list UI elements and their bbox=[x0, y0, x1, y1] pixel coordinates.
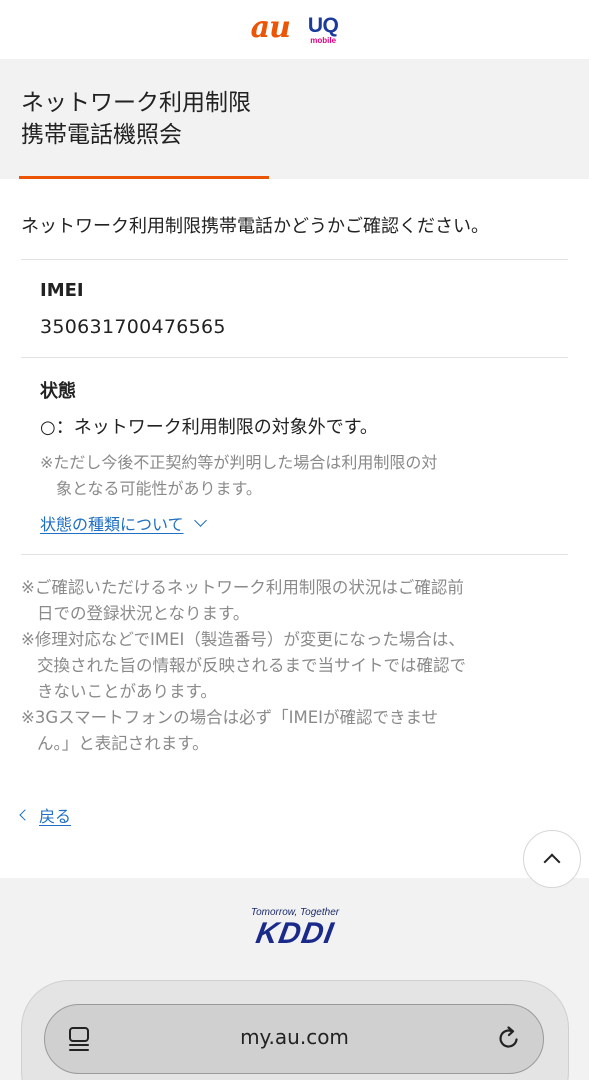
chevron-down-icon bbox=[193, 513, 207, 527]
status-label: 状態 bbox=[40, 381, 76, 402]
au-logo[interactable]: au bbox=[251, 12, 291, 43]
page-title-line1: ネットワーク利用制限 bbox=[21, 90, 251, 116]
status-note-line2: 象となる可能性があります。 bbox=[56, 479, 262, 498]
imei-label: IMEI bbox=[40, 280, 84, 301]
back-link-label[interactable]: 戻る bbox=[39, 803, 71, 827]
uq-logo-subtext: mobile bbox=[310, 35, 337, 45]
page-title: ネットワーク利用制限 携帯電話機照会 bbox=[21, 87, 251, 151]
uq-mobile-logo[interactable]: UQ mobile bbox=[308, 15, 339, 45]
status-types-link[interactable]: 状態の種類について bbox=[40, 511, 207, 535]
intro-text: ネットワーク利用制限携帯電話かどうかご確認ください。 bbox=[21, 216, 489, 237]
reload-icon[interactable] bbox=[496, 1025, 522, 1051]
page-title-band: ネットワーク利用制限 携帯電話機照会 bbox=[0, 59, 589, 179]
page-title-line2: 携帯電話機照会 bbox=[21, 122, 182, 148]
divider bbox=[21, 259, 568, 260]
note-line: ※3Gスマートフォンの場合は必ず「IMEIが確認できませ bbox=[21, 708, 439, 727]
note-line: ※修理対応などでIMEI（製造番号）が変更になった場合は、 bbox=[21, 630, 465, 649]
note-line: きないことがあります。 bbox=[37, 682, 217, 701]
status-note: ※ただし今後不正契約等が判明した場合は利用制限の対 象となる可能性があります。 bbox=[40, 450, 560, 502]
status-types-link-label[interactable]: 状態の種類について bbox=[40, 511, 184, 535]
kddi-wordmark: KDDI bbox=[253, 917, 337, 950]
divider bbox=[21, 357, 568, 358]
imei-value: 350631700476565 bbox=[40, 316, 226, 338]
status-note-line1: ※ただし今後不正契約等が判明した場合は利用制限の対 bbox=[40, 453, 438, 472]
chevron-left-icon bbox=[19, 809, 31, 821]
divider bbox=[21, 554, 568, 555]
scroll-to-top-button[interactable] bbox=[523, 830, 581, 888]
kddi-logo[interactable]: Tomorrow, Together KDDI bbox=[235, 907, 355, 950]
notes-block: ※ご確認いただけるネットワーク利用制限の状況はご確認前 日での登録状況となります… bbox=[21, 575, 571, 757]
note-line: 交換された旨の情報が反映されるまで当サイトでは確認で bbox=[37, 656, 466, 675]
back-link[interactable]: 戻る bbox=[19, 803, 71, 827]
note-line: ※ご確認いただけるネットワーク利用制限の状況はご確認前 bbox=[21, 578, 464, 597]
title-accent-underline bbox=[19, 176, 269, 179]
note-line: 日での登録状況となります。 bbox=[37, 604, 250, 623]
chevron-up-icon bbox=[543, 853, 561, 871]
status-result: ○：ネットワーク利用制限の対象外です。 bbox=[40, 417, 378, 438]
site-header: au UQ mobile bbox=[0, 0, 589, 59]
note-line: ん。」と表記されます。 bbox=[37, 734, 209, 753]
uq-logo-text: UQ bbox=[307, 13, 339, 37]
